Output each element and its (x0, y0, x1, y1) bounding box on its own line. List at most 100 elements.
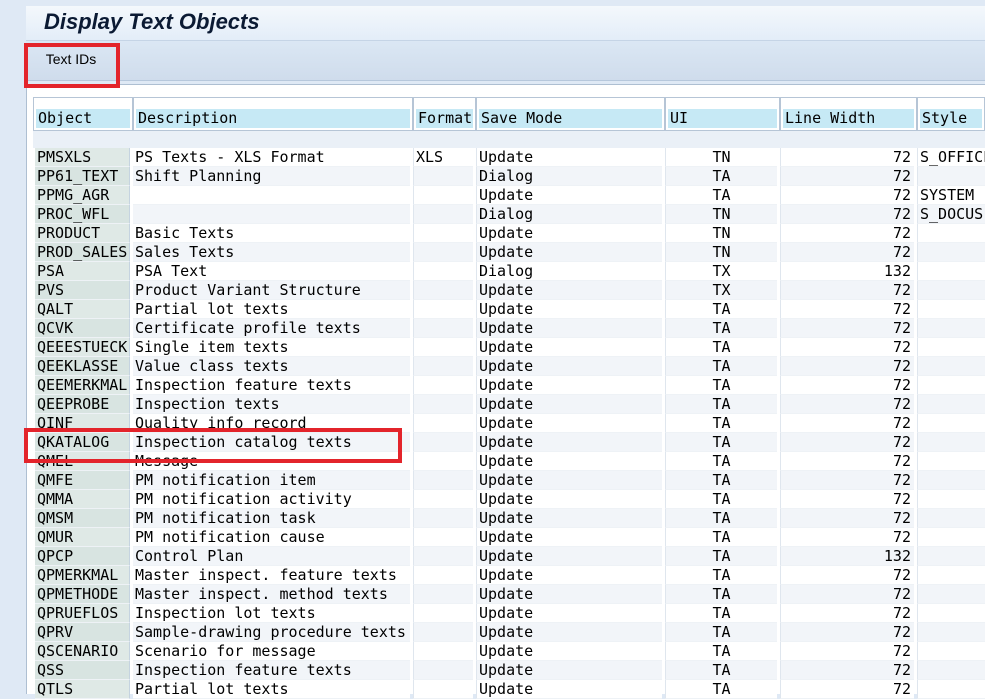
cell-format[interactable] (413, 186, 473, 205)
cell-description[interactable]: Inspection feature texts (133, 661, 410, 680)
cell-line-width[interactable]: 72 (780, 319, 914, 338)
cell-line-width[interactable]: 72 (780, 167, 914, 186)
cell-format[interactable] (413, 585, 473, 604)
cell-object[interactable]: QPCP (35, 547, 130, 566)
cell-line-width[interactable]: 72 (780, 585, 914, 604)
cell-description[interactable]: Scenario for message (133, 642, 410, 661)
cell-description[interactable]: Inspection lot texts (133, 604, 410, 623)
cell-format[interactable] (413, 471, 473, 490)
cell-description[interactable]: Inspection feature texts (133, 376, 410, 395)
cell-ui[interactable]: TA (665, 604, 777, 623)
cell-object[interactable]: QMEL (35, 452, 130, 471)
cell-line-width[interactable]: 72 (780, 395, 914, 414)
cell-format[interactable] (413, 680, 473, 699)
cell-line-width[interactable]: 72 (780, 338, 914, 357)
cell-style[interactable] (917, 433, 985, 452)
cell-ui[interactable]: TA (665, 680, 777, 699)
cell-style[interactable] (917, 167, 985, 186)
cell-format[interactable] (413, 604, 473, 623)
cell-description[interactable]: Control Plan (133, 547, 410, 566)
cell-line-width[interactable]: 72 (780, 186, 914, 205)
column-header-object[interactable]: Object (33, 97, 133, 131)
cell-description[interactable]: PSA Text (133, 262, 410, 281)
column-header-save-mode[interactable]: Save Mode (476, 97, 665, 131)
cell-style[interactable] (917, 528, 985, 547)
cell-object[interactable]: QEEPROBE (35, 395, 130, 414)
cell-object[interactable]: PRODUCT (35, 224, 130, 243)
table-row[interactable]: QMFE PM notification item Update TA 72 (0, 471, 985, 490)
table-row[interactable]: QPMETHODE Master inspect. method texts Upd… (0, 585, 985, 604)
cell-save-mode[interactable]: Update (476, 433, 662, 452)
table-row[interactable]: QPRV Sample-drawing procedure texts Update… (0, 623, 985, 642)
table-row[interactable]: PPMG_AGR Update TA 72 SYSTEM (0, 186, 985, 205)
table-row[interactable]: QCVK Certificate profile texts Update TA 72 (0, 319, 985, 338)
cell-ui[interactable]: TA (665, 547, 777, 566)
cell-save-mode[interactable]: Update (476, 661, 662, 680)
cell-save-mode[interactable]: Update (476, 471, 662, 490)
cell-save-mode[interactable]: Update (476, 186, 662, 205)
cell-object[interactable]: QPRV (35, 623, 130, 642)
cell-format[interactable] (413, 243, 473, 262)
table-row[interactable]: QMMA PM notification activity Update TA 72 (0, 490, 985, 509)
cell-ui[interactable]: TA (665, 300, 777, 319)
cell-style[interactable] (917, 585, 985, 604)
cell-ui[interactable]: TA (665, 167, 777, 186)
cell-save-mode[interactable]: Dialog (476, 205, 662, 224)
cell-object[interactable]: QMUR (35, 528, 130, 547)
cell-format[interactable] (413, 547, 473, 566)
cell-line-width[interactable]: 72 (780, 623, 914, 642)
table-row[interactable]: PVS Product Variant Structure Update TX 72 (0, 281, 985, 300)
cell-style[interactable] (917, 338, 985, 357)
cell-format[interactable] (413, 452, 473, 471)
table-row[interactable]: QALT Partial lot texts Update TA 72 (0, 300, 985, 319)
cell-line-width[interactable]: 72 (780, 148, 914, 167)
table-row[interactable]: QKATALOG Inspection catalog texts Update TA… (0, 433, 985, 452)
cell-ui[interactable]: TA (665, 661, 777, 680)
cell-ui[interactable]: TN (665, 148, 777, 167)
table-row[interactable]: PMSXLS PS Texts - XLS Format XLS Update TN 72… (0, 148, 985, 167)
cell-style[interactable]: S_OFFICE (917, 148, 985, 167)
cell-description[interactable]: Single item texts (133, 338, 410, 357)
cell-style[interactable] (917, 224, 985, 243)
cell-line-width[interactable]: 72 (780, 528, 914, 547)
cell-object[interactable]: QALT (35, 300, 130, 319)
table-row[interactable]: QMEL Message Update TA 72 (0, 452, 985, 471)
cell-style[interactable]: SYSTEM (917, 186, 985, 205)
cell-description[interactable] (133, 205, 410, 224)
cell-save-mode[interactable]: Update (476, 243, 662, 262)
cell-ui[interactable]: TA (665, 471, 777, 490)
cell-ui[interactable]: TA (665, 376, 777, 395)
cell-save-mode[interactable]: Update (476, 566, 662, 585)
table-row[interactable]: QMSM PM notification task Update TA 72 (0, 509, 985, 528)
cell-object[interactable]: QKATALOG (35, 433, 130, 452)
cell-object[interactable]: QEEMERKMAL (35, 376, 130, 395)
cell-ui[interactable]: TA (665, 452, 777, 471)
table-row[interactable]: QSS Inspection feature texts Update TA 72 (0, 661, 985, 680)
cell-object[interactable]: PMSXLS (35, 148, 130, 167)
cell-object[interactable]: PROC_WFL (35, 205, 130, 224)
cell-style[interactable] (917, 604, 985, 623)
table-row[interactable]: PP61_TEXT Shift Planning Dialog TA 72 (0, 167, 985, 186)
cell-description[interactable]: Value class texts (133, 357, 410, 376)
cell-style[interactable] (917, 243, 985, 262)
cell-ui[interactable]: TA (665, 186, 777, 205)
cell-save-mode[interactable]: Update (476, 300, 662, 319)
cell-format[interactable] (413, 433, 473, 452)
cell-line-width[interactable]: 72 (780, 680, 914, 699)
cell-save-mode[interactable]: Update (476, 357, 662, 376)
cell-style[interactable] (917, 452, 985, 471)
cell-line-width[interactable]: 72 (780, 509, 914, 528)
table-row[interactable]: QEEMERKMAL Inspection feature texts Update… (0, 376, 985, 395)
cell-save-mode[interactable]: Update (476, 452, 662, 471)
cell-ui[interactable]: TA (665, 433, 777, 452)
cell-ui[interactable]: TA (665, 623, 777, 642)
table-row[interactable]: PROC_WFL Dialog TN 72 S_DOCUS (0, 205, 985, 224)
cell-save-mode[interactable]: Update (476, 547, 662, 566)
cell-style[interactable] (917, 547, 985, 566)
cell-format[interactable] (413, 357, 473, 376)
cell-save-mode[interactable]: Update (476, 585, 662, 604)
cell-description[interactable]: Product Variant Structure (133, 281, 410, 300)
cell-object[interactable]: PVS (35, 281, 130, 300)
cell-format[interactable] (413, 661, 473, 680)
cell-ui[interactable]: TN (665, 224, 777, 243)
